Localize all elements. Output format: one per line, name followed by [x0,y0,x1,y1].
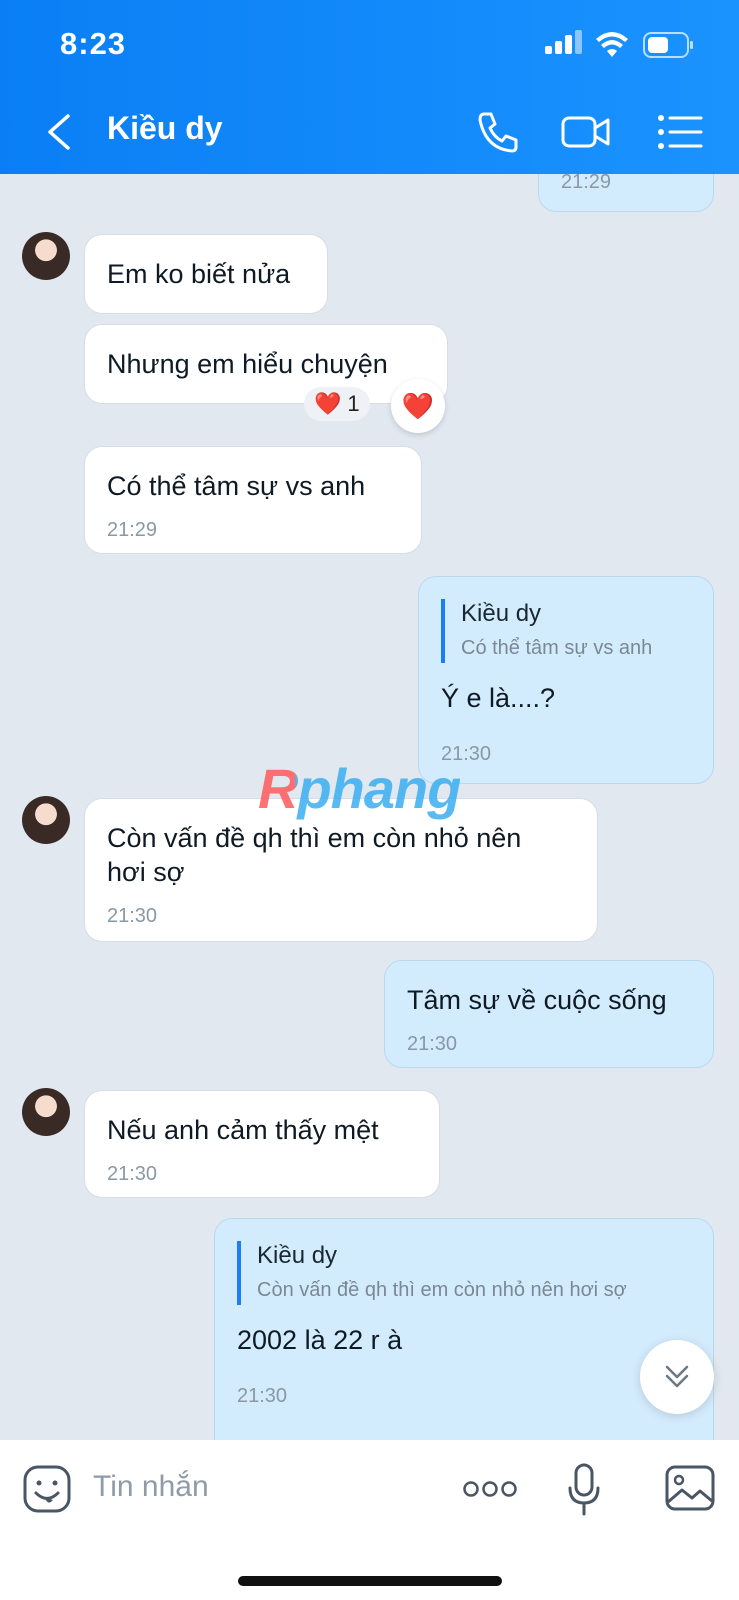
sticker-icon[interactable] [22,1464,72,1514]
quote-text: Còn vấn đề qh thì em còn nhỏ nên hơi sợ [257,1279,627,1301]
message-bubble-outgoing[interactable]: Kiều dy Còn vấn đề qh thì em còn nhỏ nên… [214,1218,714,1440]
quote-sender: Kiều dy [461,600,542,627]
back-icon[interactable] [40,110,80,154]
message-text: Có thể tâm sự vs anh [107,471,366,501]
watermark: Rphang [258,757,461,820]
message-time: 21:29 [561,174,612,193]
message-time: 21:30 [407,1033,458,1055]
message-time: 21:30 [107,905,158,927]
message-text: Tâm sự về cuộc sống [407,985,667,1015]
message-text: Nhưng em hiểu chuyện [107,349,388,379]
message-time: 21:30 [441,743,492,765]
message-bubble-outgoing[interactable]: Tâm sự về cuộc sống 21:30 [384,960,714,1068]
status-time: 8:23 [60,26,127,61]
message-time: 21:30 [237,1385,288,1407]
message-input[interactable]: Tin nhắn [93,1470,209,1504]
quote-sender: Kiều dy [257,1242,338,1269]
battery-icon [643,32,693,58]
message-text: Nếu anh cảm thấy mệt [107,1115,379,1145]
message-bubble-incoming[interactable]: Nếu anh cảm thấy mệt 21:30 [84,1090,440,1198]
microphone-icon[interactable] [566,1462,602,1518]
title-row: Kiều dy [0,100,739,164]
message-text: Còn vấn đề qh thì em còn nhỏ nên hơi sợ [107,823,522,887]
heart-icon: ❤️ [314,391,342,416]
reaction-count: 1 [347,391,360,416]
message-text: 2002 là 22 r à [237,1325,403,1355]
avatar[interactable] [22,796,70,844]
video-call-icon[interactable] [560,106,612,158]
message-bubble-incoming[interactable]: Có thể tâm sự vs anh 21:29 [84,446,422,554]
avatar[interactable] [22,1088,70,1136]
message-time: 21:30 [107,1163,158,1185]
chat-title[interactable]: Kiều dy [107,110,223,147]
message-bubble-outgoing[interactable]: 21:29 [538,174,714,212]
scroll-to-bottom-button[interactable] [640,1340,714,1414]
phone-icon[interactable] [472,106,524,158]
heart-icon: ❤️ [401,390,435,421]
message-text: Em ko biết nửa [107,259,291,289]
avatar[interactable] [22,232,70,280]
message-text: Ý e là....? [441,683,556,713]
image-icon[interactable] [664,1464,716,1512]
wifi-icon [596,32,628,57]
reply-quote[interactable]: Kiều dy Có thể tâm sự vs anh [441,599,691,663]
signal-icon [545,30,585,60]
home-indicator[interactable] [238,1576,502,1586]
chevron-double-down-icon [665,1365,689,1388]
message-bubble-incoming[interactable]: Em ko biết nửa [84,234,328,314]
reaction-summary[interactable]: ❤️ 1 [304,387,370,421]
message-time: 21:29 [107,519,158,541]
react-button[interactable]: ❤️ [391,379,445,433]
reply-quote[interactable]: Kiều dy Còn vấn đề qh thì em còn nhỏ nên… [237,1241,691,1305]
menu-list-icon[interactable] [655,106,707,158]
more-icon[interactable] [462,1474,518,1504]
chat-header: 8:23 Kiều dy [0,0,739,174]
message-bubble-outgoing[interactable]: Kiều dy Có thể tâm sự vs anh Ý e là....?… [418,576,714,784]
status-icons [545,30,715,64]
quote-text: Có thể tâm sự vs anh [461,637,653,659]
